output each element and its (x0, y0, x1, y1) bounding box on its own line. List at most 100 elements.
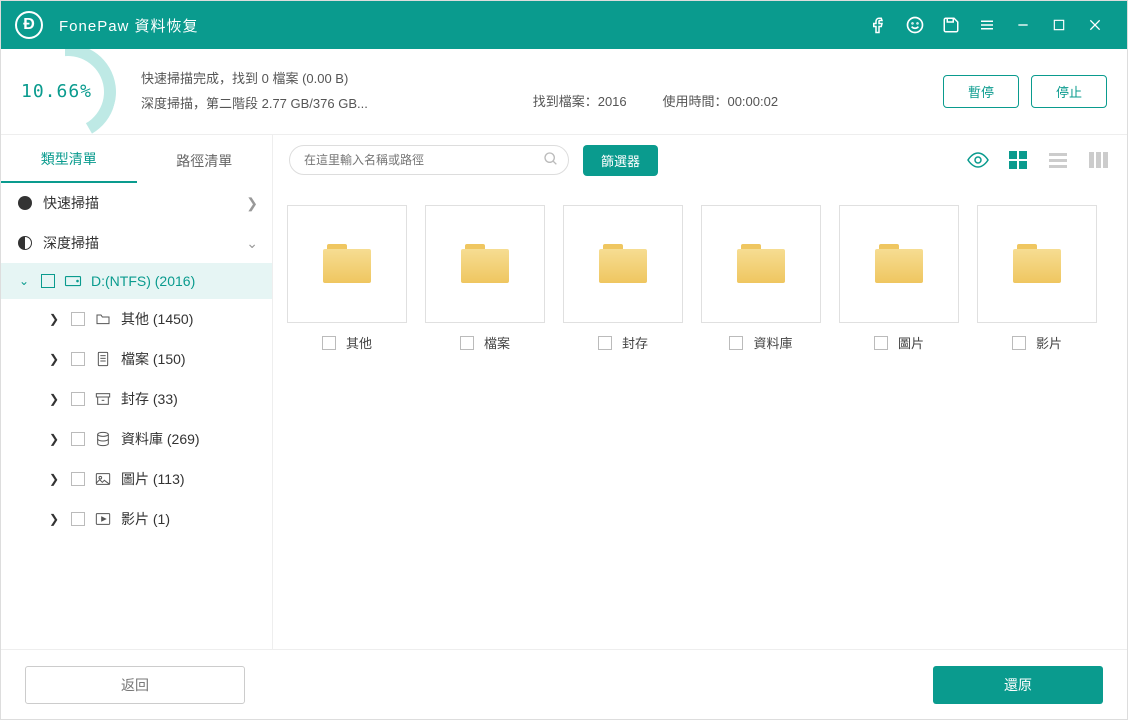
minimize-icon[interactable] (1005, 7, 1041, 43)
folder-card[interactable]: 檔案 (425, 205, 545, 352)
checkbox[interactable] (729, 336, 743, 350)
footer: 返回 還原 (1, 649, 1127, 719)
chevron-down-icon: ⌄ (15, 274, 33, 288)
chevron-right-icon: ❯ (246, 195, 258, 212)
view-list-icon[interactable] (1045, 147, 1071, 173)
view-grid-icon[interactable] (1005, 147, 1031, 173)
sidebar-item-label: 影片 (1) (121, 509, 170, 529)
sidebar-item-label: 檔案 (150) (121, 349, 186, 369)
elapsed-time-label: 使用時間：00:00:02 (662, 94, 778, 109)
sidebar-item-label: 封存 (33) (121, 389, 178, 409)
sidebar-item-video[interactable]: ❯ 影片 (1) (1, 499, 272, 539)
folder-icon (737, 244, 785, 284)
folder-icon (1013, 244, 1061, 284)
folder-grid: 其他 檔案 封存資料庫圖片 影片 (273, 185, 1127, 649)
folder-thumbnail (563, 205, 683, 323)
filter-button[interactable]: 篩選器 (583, 145, 658, 176)
checkbox[interactable] (41, 274, 55, 288)
checkbox[interactable] (71, 352, 85, 366)
folder-label: 影片 (1036, 333, 1062, 352)
checkbox[interactable] (1012, 336, 1026, 350)
drive-icon (63, 274, 83, 288)
status-line-2: 深度掃描，第二階段 2.77 GB/376 GB... (141, 92, 368, 117)
sidebar: 類型清單 路徑清單 快速掃描 ❯ 深度掃描 ⌄ ⌄ D:( (1, 135, 273, 649)
folder-icon (875, 244, 923, 284)
app-title: FonePaw 資料恢复 (59, 15, 199, 36)
sidebar-item-label: 資料庫 (269) (121, 429, 200, 449)
sidebar-item-image[interactable]: ❯ 圖片 (113) (1, 459, 272, 499)
found-files-label: 找到檔案：2016 (533, 94, 627, 109)
view-detail-icon[interactable] (1085, 147, 1111, 173)
maximize-icon[interactable] (1041, 7, 1077, 43)
circle-full-icon (15, 196, 35, 210)
chevron-right-icon: ❯ (45, 472, 63, 486)
sidebar-item-label: 其他 (1450) (121, 309, 193, 329)
menu-icon[interactable] (969, 7, 1005, 43)
folder-card[interactable]: 資料庫 (701, 205, 821, 352)
folder-card[interactable]: 影片 (977, 205, 1097, 352)
folder-thumbnail (839, 205, 959, 323)
checkbox[interactable] (71, 392, 85, 406)
feedback-icon[interactable] (897, 7, 933, 43)
sidebar-item-label: D:(NTFS) (2016) (91, 273, 195, 289)
preview-icon[interactable] (965, 147, 991, 173)
checkbox[interactable] (460, 336, 474, 350)
sidebar-item-quick-scan[interactable]: 快速掃描 ❯ (1, 183, 272, 223)
sidebar-item-drive[interactable]: ⌄ D:(NTFS) (2016) (1, 263, 272, 299)
sidebar-item-label: 圖片 (113) (121, 469, 185, 489)
folder-icon (599, 244, 647, 284)
database-icon (93, 431, 113, 447)
folder-thumbnail (425, 205, 545, 323)
status-bar: 10.66% 快速掃描完成，找到 0 檔案 (0.00 B) 深度掃描，第二階段… (1, 49, 1127, 135)
folder-card[interactable]: 圖片 (839, 205, 959, 352)
sidebar-item-database[interactable]: ❯ 資料庫 (269) (1, 419, 272, 459)
checkbox[interactable] (71, 432, 85, 446)
titlebar: Ð FonePaw 資料恢复 (1, 1, 1127, 49)
folder-thumbnail (701, 205, 821, 323)
checkbox[interactable] (71, 472, 85, 486)
checkbox[interactable] (71, 512, 85, 526)
sidebar-item-label: 快速掃描 (43, 193, 99, 213)
chevron-right-icon: ❯ (45, 512, 63, 526)
search-input[interactable] (289, 145, 569, 175)
checkbox[interactable] (71, 312, 85, 326)
sidebar-item-other[interactable]: ❯ 其他 (1450) (1, 299, 272, 339)
checkbox[interactable] (322, 336, 336, 350)
sidebar-item-document[interactable]: ❯ 檔案 (150) (1, 339, 272, 379)
recover-button[interactable]: 還原 (933, 666, 1103, 704)
sidebar-item-archive[interactable]: ❯ 封存 (33) (1, 379, 272, 419)
folder-label: 其他 (346, 333, 372, 352)
facebook-icon[interactable] (861, 7, 897, 43)
app-logo-icon: Ð (15, 11, 43, 39)
scan-status-text: 快速掃描完成，找到 0 檔案 (0.00 B) 深度掃描，第二階段 2.77 G… (141, 67, 368, 116)
chevron-right-icon: ❯ (45, 312, 63, 326)
close-icon[interactable] (1077, 7, 1113, 43)
sidebar-item-label: 深度掃描 (43, 233, 99, 253)
document-icon (93, 351, 113, 367)
chevron-right-icon: ❯ (45, 432, 63, 446)
checkbox[interactable] (874, 336, 888, 350)
search-icon[interactable] (543, 151, 559, 172)
folder-label: 圖片 (898, 333, 924, 352)
checkbox[interactable] (598, 336, 612, 350)
circle-half-icon (15, 236, 35, 250)
tab-type-list[interactable]: 類型清單 (1, 137, 137, 183)
chevron-right-icon: ❯ (45, 352, 63, 366)
sidebar-item-deep-scan[interactable]: 深度掃描 ⌄ (1, 223, 272, 263)
folder-icon (323, 244, 371, 284)
folder-thumbnail (977, 205, 1097, 323)
status-line-1: 快速掃描完成，找到 0 檔案 (0.00 B) (141, 67, 368, 92)
folder-icon (93, 312, 113, 326)
folder-icon (461, 244, 509, 284)
folder-card[interactable]: 其他 (287, 205, 407, 352)
pause-button[interactable]: 暫停 (943, 75, 1019, 108)
progress-indicator: 10.66% (21, 49, 111, 135)
tab-path-list[interactable]: 路徑清單 (137, 139, 273, 183)
archive-icon (93, 392, 113, 406)
video-icon (93, 512, 113, 526)
stop-button[interactable]: 停止 (1031, 75, 1107, 108)
save-icon[interactable] (933, 7, 969, 43)
folder-card[interactable]: 封存 (563, 205, 683, 352)
folder-label: 檔案 (484, 333, 510, 352)
back-button[interactable]: 返回 (25, 666, 245, 704)
